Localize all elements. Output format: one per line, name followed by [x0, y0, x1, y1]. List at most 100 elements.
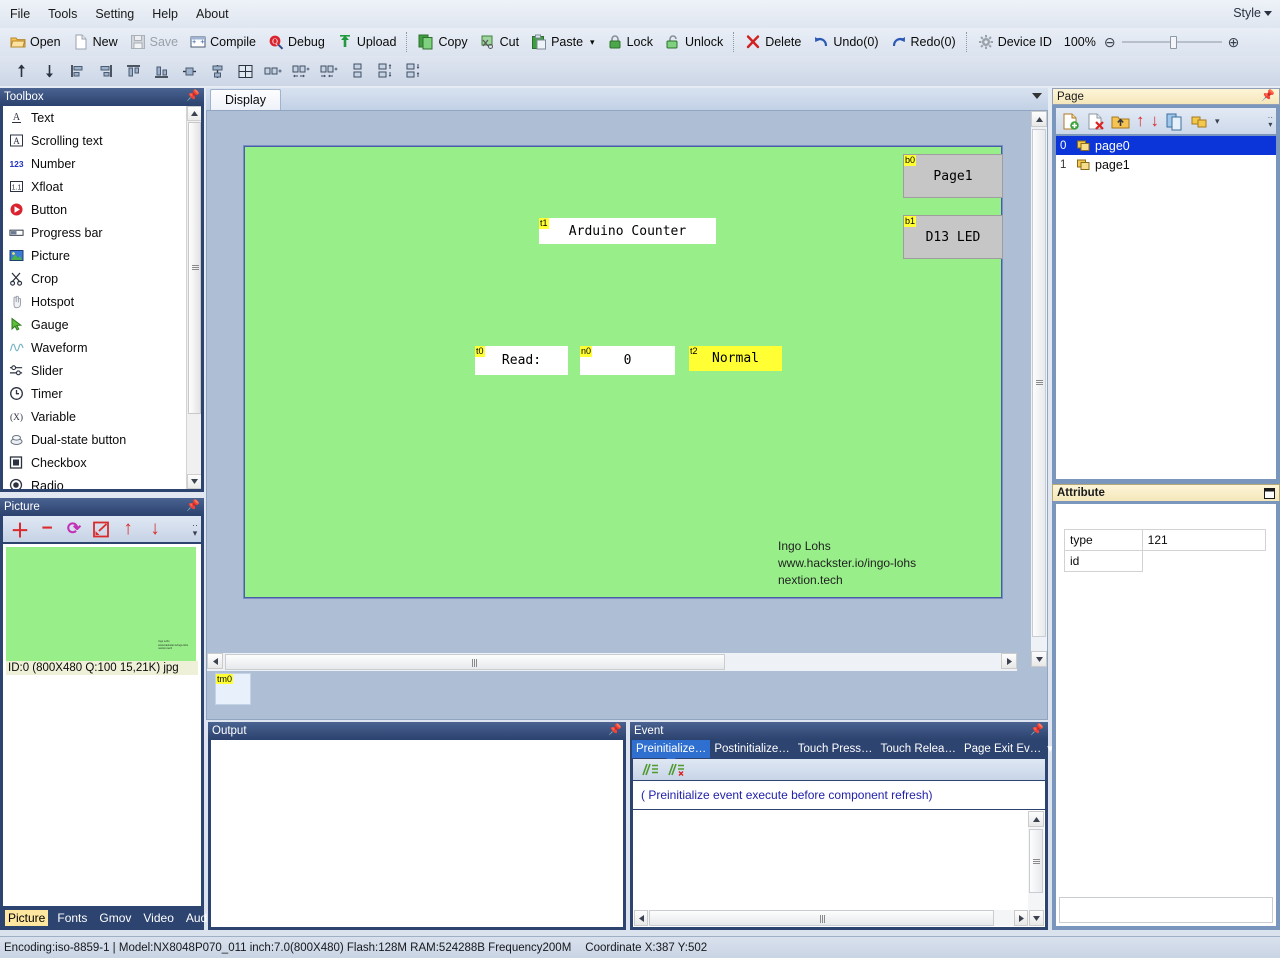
undo-button[interactable]: Undo(0) [807, 30, 884, 54]
zoom-slider[interactable] [1121, 35, 1222, 49]
toolbox-item-slider[interactable]: Slider [3, 359, 201, 382]
copy-button[interactable]: Copy [412, 30, 473, 54]
scroll-up-arrow-icon[interactable] [187, 106, 201, 121]
space-h-out-icon[interactable] [288, 59, 314, 83]
page-toolbar-overflow-icon[interactable]: ·· ▾ [1268, 114, 1273, 129]
align-left-icon[interactable] [64, 59, 90, 83]
scrollbar-thumb[interactable] [188, 122, 201, 414]
menu-item-setting[interactable]: Setting [87, 4, 142, 24]
space-v-out-icon[interactable] [372, 59, 398, 83]
tab-preinitialize[interactable]: Preinitialize… [632, 740, 711, 758]
align-right-icon[interactable] [92, 59, 118, 83]
space-h-in-icon[interactable] [316, 59, 342, 83]
menu-item-help[interactable]: Help [144, 4, 186, 24]
scrollbar-thumb[interactable] [1032, 129, 1046, 637]
restore-window-icon[interactable] [1264, 487, 1275, 499]
toolbox-item-variable[interactable]: (X) Variable [3, 405, 201, 428]
delete-button[interactable]: Delete [739, 30, 807, 54]
tab-display[interactable]: Display [210, 89, 281, 110]
tab-gmov[interactable]: Gmov [96, 910, 134, 926]
chevron-down-icon[interactable]: ▾ [1215, 116, 1220, 127]
toolbox-item-radio[interactable]: Radio [3, 474, 201, 489]
paste-button[interactable]: Paste ▾ [525, 30, 601, 54]
component-n0[interactable]: n0 0 [580, 346, 675, 375]
tab-picture[interactable]: Picture [5, 909, 49, 926]
toolbox-scrollbar[interactable] [186, 106, 201, 489]
attribute-value[interactable]: 121 [1141, 529, 1267, 551]
add-icon[interactable]: ＋ [9, 518, 31, 542]
pin-icon[interactable]: 📌 [1030, 725, 1044, 736]
move-down-icon[interactable]: ↓ [144, 518, 166, 540]
canvas-viewport[interactable]: t1 Arduino Counter b0 Page1 b1 D13 LED t… [206, 110, 1048, 720]
design-canvas[interactable]: t1 Arduino Counter b0 Page1 b1 D13 LED t… [243, 145, 1003, 599]
zoom-out-icon[interactable]: ⊖ [1104, 34, 1116, 51]
component-t2[interactable]: t2 Normal [689, 346, 782, 371]
align-bottom-icon[interactable] [148, 59, 174, 83]
menu-item-about[interactable]: About [188, 4, 237, 24]
comment-lines-icon[interactable] [641, 762, 659, 777]
pin-icon[interactable]: 📌 [186, 501, 200, 512]
align-center-h-icon[interactable] [176, 59, 202, 83]
scroll-down-arrow-icon[interactable] [1029, 910, 1044, 926]
attribute-row[interactable]: type 121 [1064, 529, 1267, 551]
style-menu-button[interactable]: Style [1233, 6, 1272, 20]
scroll-down-arrow-icon[interactable] [1031, 651, 1047, 667]
picture-list[interactable]: Ingo Lohs www.hackster.io/ingo-lohs next… [2, 543, 202, 907]
scroll-right-arrow-icon[interactable] [1014, 910, 1028, 926]
toolbox-item-gauge[interactable]: Gauge [3, 313, 201, 336]
page-options-icon[interactable] [1190, 112, 1209, 131]
upload-button[interactable]: Upload [331, 30, 403, 54]
edit-icon[interactable] [90, 518, 112, 540]
toolbox-item-hotspot[interactable]: Hotspot [3, 290, 201, 313]
event-code-editor[interactable] [632, 809, 1046, 928]
tab-touch-press[interactable]: Touch Press… [794, 740, 877, 758]
move-page-up-icon[interactable]: ↑ [1136, 111, 1145, 131]
scroll-left-arrow-icon[interactable] [634, 910, 648, 926]
scrollbar-thumb[interactable] [1029, 829, 1043, 893]
tab-video[interactable]: Video [140, 910, 176, 926]
scroll-left-arrow-icon[interactable] [207, 653, 223, 669]
align-up-icon[interactable] [8, 59, 34, 83]
scrollbar-thumb[interactable] [649, 910, 994, 926]
cut-button[interactable]: Cut [474, 30, 525, 54]
pin-icon[interactable]: 📌 [186, 91, 200, 102]
event-editor-vertical-scrollbar[interactable] [1028, 811, 1044, 910]
picture-toolbar-overflow-icon[interactable]: ·· ▾ [192, 521, 198, 538]
scrollbar-track[interactable] [187, 122, 201, 473]
pin-icon[interactable]: 📌 [1261, 91, 1275, 102]
page-list-item-page0[interactable]: 0 page0 [1056, 136, 1276, 155]
component-b0[interactable]: b0 Page1 [903, 154, 1003, 198]
zoom-slider-group[interactable]: ⊖ ⊕ [1104, 34, 1239, 51]
scroll-up-arrow-icon[interactable] [1028, 811, 1044, 827]
scrollbar-thumb[interactable] [225, 654, 725, 670]
import-page-icon[interactable] [1111, 112, 1130, 131]
toolbox-item-waveform[interactable]: Waveform [3, 336, 201, 359]
page-list-item-page1[interactable]: 1 page1 [1056, 155, 1276, 174]
add-page-icon[interactable] [1061, 112, 1080, 131]
toolbox-item-text[interactable]: A Text [3, 106, 201, 129]
save-button[interactable]: Save [124, 30, 185, 54]
menu-item-tools[interactable]: Tools [40, 4, 85, 24]
move-page-down-icon[interactable]: ↓ [1151, 111, 1160, 131]
move-up-icon[interactable]: ↑ [117, 518, 139, 540]
redo-button[interactable]: Redo(0) [885, 30, 962, 54]
tab-touch-release[interactable]: Touch Relea… [877, 740, 960, 758]
remove-icon[interactable]: − [36, 518, 58, 540]
page-list[interactable]: 0 page0 1 page1 [1055, 135, 1277, 480]
event-editor-horizontal-scrollbar[interactable] [634, 910, 1044, 926]
toolbox-item-timer[interactable]: Timer [3, 382, 201, 405]
paste-dropdown-arrow-icon[interactable]: ▾ [590, 37, 595, 48]
align-center-v-icon[interactable] [204, 59, 230, 83]
tab-postinitialize[interactable]: Postinitialize… [710, 740, 793, 758]
zoom-in-icon[interactable]: ⊕ [1228, 34, 1240, 51]
attribute-value[interactable] [1142, 550, 1266, 572]
toolbox-item-checkbox[interactable]: Checkbox [3, 451, 201, 474]
menu-item-file[interactable]: File [2, 4, 38, 24]
delete-page-icon[interactable] [1086, 112, 1105, 131]
toolbox-item-crop[interactable]: Crop [3, 267, 201, 290]
toolbox-item-picture[interactable]: Picture [3, 244, 201, 267]
new-button[interactable]: New [67, 30, 124, 54]
canvas-vertical-scrollbar[interactable] [1031, 111, 1047, 667]
refresh-icon[interactable]: ⟳ [63, 518, 85, 540]
chevron-down-icon[interactable] [1032, 93, 1042, 99]
